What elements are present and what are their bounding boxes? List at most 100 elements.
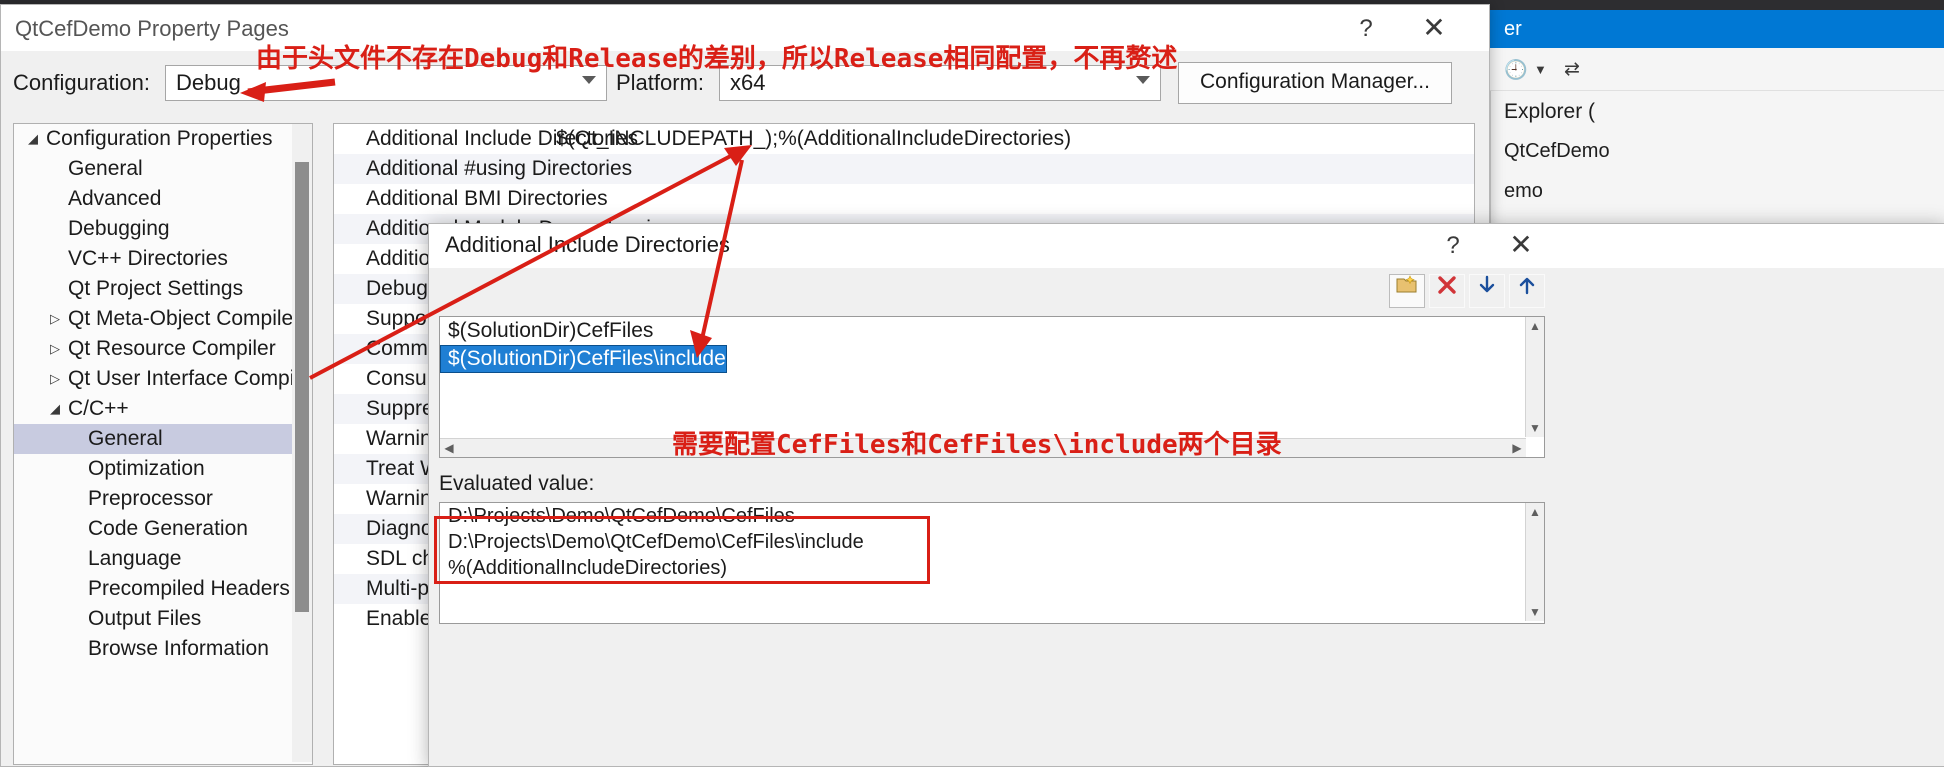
aid-titlebar: Additional Include Directories ? ✕ xyxy=(429,224,1944,268)
x-glyph xyxy=(1438,276,1456,294)
scroll-left-icon[interactable]: ◀ xyxy=(440,439,458,457)
configuration-select[interactable]: Debug xyxy=(165,65,607,101)
tree-item-qt-project-settings[interactable]: Qt Project Settings xyxy=(14,274,312,304)
tree-item-browse-information[interactable]: Browse Information xyxy=(14,634,312,664)
arrow-up-glyph xyxy=(1519,277,1535,295)
configuration-value: Debug xyxy=(176,70,241,95)
tree-item-configuration-properties[interactable]: ◢ Configuration Properties xyxy=(14,124,312,154)
tree-item-optimization[interactable]: Optimization xyxy=(14,454,312,484)
evaluated-value-line: D:\Projects\Demo\QtCefDemo\CefFiles\incl… xyxy=(448,531,864,553)
configuration-bar: Configuration: Debug Platform: x64 Confi… xyxy=(1,51,1489,113)
expanded-twisty-icon[interactable]: ◢ xyxy=(28,124,38,154)
clock-icon[interactable]: 🕘 xyxy=(1504,58,1528,82)
move-up-icon[interactable] xyxy=(1509,274,1545,308)
new-line-icon[interactable] xyxy=(1389,274,1425,308)
properties-tree-body: ◢ Configuration Properties General Advanced… xyxy=(14,124,312,664)
vs-tree-item-demo[interactable]: emo xyxy=(1504,180,1543,203)
tree-item-label: Language xyxy=(88,547,182,570)
tree-item-label: Browse Information xyxy=(88,637,269,660)
tree-item-label: General xyxy=(88,427,163,450)
arrow-down-glyph xyxy=(1479,275,1495,293)
scroll-down-icon[interactable]: ▼ xyxy=(1526,419,1544,437)
tree-item-label: Qt Project Settings xyxy=(68,277,244,300)
aid-dialog-title: Additional Include Directories xyxy=(445,232,730,257)
chevron-down-icon xyxy=(582,76,596,84)
scroll-down-icon[interactable]: ▼ xyxy=(1526,603,1544,621)
scroll-right-icon[interactable]: ▶ xyxy=(1508,439,1526,457)
solution-explorer-tab[interactable]: er xyxy=(1490,10,1944,48)
include-directories-list-body: $(SolutionDir)CefFiles $(SolutionDir)CefF… xyxy=(440,317,1544,373)
tree-scrollbar-thumb[interactable] xyxy=(295,162,309,612)
expanded-twisty-icon[interactable]: ◢ xyxy=(50,394,60,424)
tree-item-output-files[interactable]: Output Files xyxy=(14,604,312,634)
evaluated-value-label: Evaluated value: xyxy=(439,472,595,495)
tree-item-label: Qt Resource Compiler xyxy=(68,337,276,360)
grid-row[interactable]: Additional Include Directories $(Qt_INCLU… xyxy=(334,124,1474,154)
aid-toolbar xyxy=(1389,274,1549,308)
tree-item-label: Code Generation xyxy=(88,517,248,540)
tree-item-preprocessor[interactable]: Preprocessor xyxy=(14,484,312,514)
include-directory-entry[interactable]: $(SolutionDir)CefFiles xyxy=(440,317,653,345)
tree-item-label: VC++ Directories xyxy=(68,247,228,270)
additional-include-directories-dialog: Additional Include Directories ? ✕ $(Sol… xyxy=(428,223,1944,767)
platform-label: Platform: xyxy=(616,70,705,95)
scroll-up-icon[interactable]: ▲ xyxy=(1526,317,1544,335)
solution-explorer-label: Explorer ( xyxy=(1504,100,1596,123)
list-vertical-scrollbar[interactable]: ▲ ▼ xyxy=(1525,317,1544,437)
tree-item-label: Preprocessor xyxy=(88,487,213,510)
help-icon[interactable]: ? xyxy=(1343,11,1389,47)
scroll-up-icon[interactable]: ▲ xyxy=(1526,503,1544,521)
tree-item-general[interactable]: General xyxy=(14,424,312,454)
sync-icon[interactable]: ⇄ xyxy=(1564,58,1580,81)
grid-row[interactable]: Additional #using Directories xyxy=(334,154,1474,184)
chevron-down-icon[interactable]: ▼ xyxy=(1534,62,1547,77)
tree-item-label: C/C++ xyxy=(68,397,129,420)
tree-item-code-generation[interactable]: Code Generation xyxy=(14,514,312,544)
tree-item-label: Precompiled Headers xyxy=(88,577,290,600)
chevron-down-icon xyxy=(1136,76,1150,84)
tree-item-qt-resource-compiler[interactable]: ▷ Qt Resource Compiler xyxy=(14,334,312,364)
include-directories-list[interactable]: $(SolutionDir)CefFiles $(SolutionDir)CefF… xyxy=(439,316,1545,458)
tree-item-label: Optimization xyxy=(88,457,205,480)
tree-item-label: Debugging xyxy=(68,217,170,240)
tree-item-label: General xyxy=(68,157,143,180)
include-directory-row[interactable]: $(SolutionDir)CefFiles xyxy=(440,317,1544,345)
evaluated-vertical-scrollbar[interactable]: ▲ ▼ xyxy=(1525,503,1544,621)
evaluated-value-body: D:\Projects\Demo\QtCefDemo\CefFiles D:\Pr… xyxy=(440,503,1544,581)
tree-item-debugging[interactable]: Debugging xyxy=(14,214,312,244)
close-icon[interactable]: ✕ xyxy=(1499,228,1543,264)
tree-scrollbar[interactable] xyxy=(292,124,312,762)
move-down-icon[interactable] xyxy=(1469,274,1505,308)
collapsed-twisty-icon[interactable]: ▷ xyxy=(50,334,60,364)
tree-item-qt-user-interface-compiler[interactable]: ▷ Qt User Interface Compiler xyxy=(14,364,312,394)
collapsed-twisty-icon[interactable]: ▷ xyxy=(50,364,60,394)
evaluated-value-line: %(AdditionalIncludeDirectories) xyxy=(448,557,728,579)
tree-item-vc-directories[interactable]: VC++ Directories xyxy=(14,244,312,274)
help-icon[interactable]: ? xyxy=(1431,228,1475,264)
grid-row-name: Additional BMI Directories xyxy=(366,187,608,210)
platform-select[interactable]: x64 xyxy=(719,65,1161,101)
collapsed-twisty-icon[interactable]: ▷ xyxy=(50,304,60,334)
list-horizontal-scrollbar[interactable]: ◀ ▶ xyxy=(440,438,1526,457)
include-directory-entry[interactable]: $(SolutionDir)CefFiles\include xyxy=(440,345,727,373)
tree-item-language[interactable]: Language xyxy=(14,544,312,574)
tree-item-precompiled-headers[interactable]: Precompiled Headers xyxy=(14,574,312,604)
vs-tree-item-project[interactable]: QtCefDemo xyxy=(1504,140,1610,163)
properties-tree[interactable]: ◢ Configuration Properties General Advanced… xyxy=(13,123,313,765)
tree-item-general[interactable]: General xyxy=(14,154,312,184)
tree-item-qt-meta-object-compiler[interactable]: ▷ Qt Meta-Object Compiler xyxy=(14,304,312,334)
tree-item-advanced[interactable]: Advanced xyxy=(14,184,312,214)
grid-row[interactable]: Additional BMI Directories xyxy=(334,184,1474,214)
evaluated-value-line: D:\Projects\Demo\QtCefDemo\CefFiles xyxy=(448,505,795,527)
grid-row-value: $(Qt_INCLUDEPATH_);%(AdditionalIncludeDi… xyxy=(556,127,1072,150)
include-directory-row[interactable]: $(SolutionDir)CefFiles\include xyxy=(440,345,1544,373)
tree-item-c-c[interactable]: ◢ C/C++ xyxy=(14,394,312,424)
delete-icon[interactable] xyxy=(1429,274,1465,308)
tree-item-label: Advanced xyxy=(68,187,162,210)
new-folder-glyph xyxy=(1396,275,1417,293)
solution-explorer-tab-label: er xyxy=(1504,18,1522,40)
grid-row-name: Additional #using Directories xyxy=(366,157,633,180)
configuration-manager-button[interactable]: Configuration Manager... xyxy=(1178,62,1452,104)
close-icon[interactable]: ✕ xyxy=(1411,11,1457,47)
solution-explorer-toolbar: 🕘 ▼ ⇄ xyxy=(1490,48,1944,91)
